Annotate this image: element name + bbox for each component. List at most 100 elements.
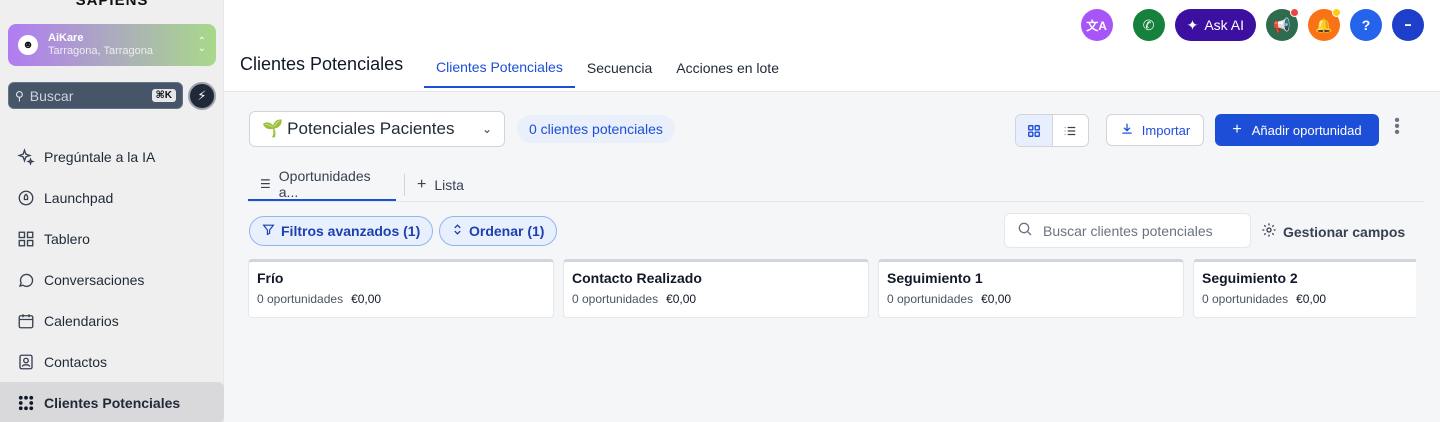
list-view-button[interactable]: [1053, 115, 1089, 146]
list-icon: [1065, 126, 1076, 135]
help-button[interactable]: ?: [1350, 9, 1382, 41]
chevron-updown-icon: ⌃ ⌄: [197, 36, 206, 54]
stage-column[interactable]: Frío 0 oportunidades €0,00: [248, 259, 554, 318]
plus-icon: +: [1232, 121, 1242, 138]
chat-icon: [16, 270, 36, 290]
pipeline-select-value: Potenciales Pacientes: [287, 119, 455, 138]
sidebar-item-launchpad[interactable]: Launchpad: [0, 177, 224, 218]
contacts-icon: [16, 352, 36, 372]
add-list-button[interactable]: + Lista: [405, 168, 476, 201]
seedling-icon: 🌱: [262, 119, 284, 138]
stage-column[interactable]: Contacto Realizado 0 oportunidades €0,00: [563, 259, 869, 318]
filter-icon: [262, 223, 275, 239]
sidebar-item-label: Calendarios: [44, 312, 119, 329]
stage-amount: €0,00: [666, 292, 697, 306]
search-icon: [1017, 221, 1033, 241]
stage-count: 0 oportunidades: [887, 292, 974, 306]
sidebar-item-calendars[interactable]: Calendarios: [0, 300, 224, 341]
sidebar-item-leads[interactable]: Clientes Potenciales: [0, 382, 224, 422]
bell-icon: 🔔: [1315, 16, 1333, 33]
calendar-icon: [16, 311, 36, 331]
leads-count-badge: 0 clientes potenciales: [517, 115, 675, 143]
leads-search-input[interactable]: [1043, 222, 1213, 239]
ask-ai-button[interactable]: ✦ Ask AI: [1174, 9, 1256, 41]
sidebar-item-label: Clientes Potenciales: [44, 394, 181, 411]
sidebar-search[interactable]: ⚲ Buscar ⌘K: [8, 82, 183, 109]
sidebar-item-label: Pregúntale a la IA: [44, 148, 156, 165]
stage-count: 0 oportunidades: [572, 292, 659, 306]
sidebar-item-label: Launchpad: [44, 189, 114, 206]
notification-dot: [1290, 8, 1299, 17]
grid-icon: [1027, 124, 1040, 137]
account-switcher[interactable]: ☻ AiKare Tarragona, Tarragona ⌃ ⌄: [8, 24, 216, 66]
tab-sequence[interactable]: Secuencia: [575, 48, 664, 88]
manage-fields-label: Gestionar campos: [1283, 224, 1406, 240]
sidebar-item-dashboard[interactable]: Tablero: [0, 218, 224, 259]
sidebar-item-contacts[interactable]: Contactos: [0, 341, 224, 382]
sparkle-icon: [16, 147, 36, 167]
top-bar: Clientes Potenciales Clientes Potenciale…: [224, 0, 1440, 92]
stage-amount: €0,00: [981, 292, 1012, 306]
import-button[interactable]: Importar: [1106, 114, 1204, 146]
sidebar-item-conversations[interactable]: Conversaciones: [0, 259, 224, 300]
more-options-icon[interactable]: • • •: [1392, 113, 1402, 141]
tab-opportunities[interactable]: ☰ Oportunidades a...: [248, 168, 396, 201]
import-label: Importar: [1141, 122, 1191, 138]
account-avatar-icon: ☻: [18, 35, 38, 55]
board-view-button[interactable]: [1016, 115, 1053, 146]
download-icon: [1120, 122, 1134, 139]
add-list-label: Lista: [434, 176, 464, 193]
page-title: Clientes Potenciales: [240, 54, 404, 74]
advanced-filters-button[interactable]: Filtros avanzados (1): [249, 216, 434, 246]
stage-count: 0 oportunidades: [1202, 292, 1289, 306]
sort-icon: [452, 223, 463, 239]
avatar-logo-icon: ▬: [1405, 22, 1411, 28]
dashboard-icon: [16, 229, 36, 249]
account-location: Tarragona, Tarragona: [48, 45, 153, 57]
account-name: AiKare: [48, 32, 84, 45]
pipeline-icon: [16, 393, 36, 413]
stage-amount: €0,00: [1296, 292, 1327, 306]
header-tabs: Clientes Potenciales Secuencia Acciones …: [424, 48, 791, 88]
stage-name: Seguimiento 2: [1202, 270, 1298, 286]
announcements-button[interactable]: 📢: [1266, 8, 1299, 41]
rocket-icon: [16, 188, 36, 208]
add-opportunity-button[interactable]: + Añadir oportunidad: [1215, 114, 1379, 146]
chevron-down-icon: ⌄: [481, 122, 492, 136]
tab-leads[interactable]: Clientes Potenciales: [424, 48, 575, 88]
view-tabs: ☰ Oportunidades a... + Lista: [248, 168, 1424, 202]
pipeline-board: Frío 0 oportunidades €0,00 Contacto Reali…: [248, 259, 1416, 319]
sidebar-item-ask-ai[interactable]: Pregúntale a la IA: [0, 136, 224, 177]
add-opportunity-label: Añadir oportunidad: [1251, 122, 1362, 138]
sort-label: Ordenar (1): [469, 223, 545, 239]
user-avatar[interactable]: ▬: [1392, 9, 1424, 41]
pipeline-select[interactable]: 🌱 Potenciales Pacientes ⌄: [249, 111, 505, 147]
notifications-button[interactable]: 🔔: [1308, 8, 1341, 41]
sidebar-item-label: Conversaciones: [44, 271, 145, 288]
main-content: 🌱 Potenciales Pacientes ⌄ 0 clientes pot…: [224, 92, 1440, 422]
notification-dot: [1332, 8, 1341, 17]
stage-column[interactable]: Seguimiento 1 0 oportunidades €0,00: [878, 259, 1184, 318]
view-toggle: [1015, 114, 1089, 147]
sparkle-icon: ✦: [1186, 16, 1199, 33]
search-shortcut: ⌘K: [151, 89, 176, 102]
quick-action-button[interactable]: ⚡: [188, 82, 216, 110]
brand-logo: SAPIENS: [75, 0, 149, 9]
megaphone-icon: 📢: [1273, 16, 1291, 33]
stage-name: Frío: [257, 270, 284, 286]
leads-search: [1004, 213, 1251, 248]
help-icon: ?: [1361, 17, 1371, 33]
manage-fields-button[interactable]: Gestionar campos: [1261, 222, 1405, 242]
sort-button[interactable]: Ordenar (1): [439, 216, 558, 246]
stage-column[interactable]: Seguimiento 2 0 oportunidades €0,00: [1193, 259, 1416, 318]
translate-button[interactable]: 文A: [1080, 9, 1113, 41]
sidebar-nav: Pregúntale a la IA Launchpad Tablero Con…: [0, 136, 224, 422]
lightning-icon: ⚡: [197, 88, 207, 103]
tab-bulk-actions[interactable]: Acciones en lote: [664, 48, 791, 88]
sidebar-search-placeholder: Buscar: [29, 87, 74, 104]
phone-button[interactable]: ✆: [1132, 9, 1165, 41]
stage-amount: €0,00: [351, 292, 382, 306]
advanced-filters-label: Filtros avanzados (1): [281, 223, 421, 239]
sidebar: SAPIENS ☻ AiKare Tarragona, Tarragona ⌃ ⌄…: [0, 0, 224, 422]
phone-icon: ✆: [1142, 16, 1155, 33]
